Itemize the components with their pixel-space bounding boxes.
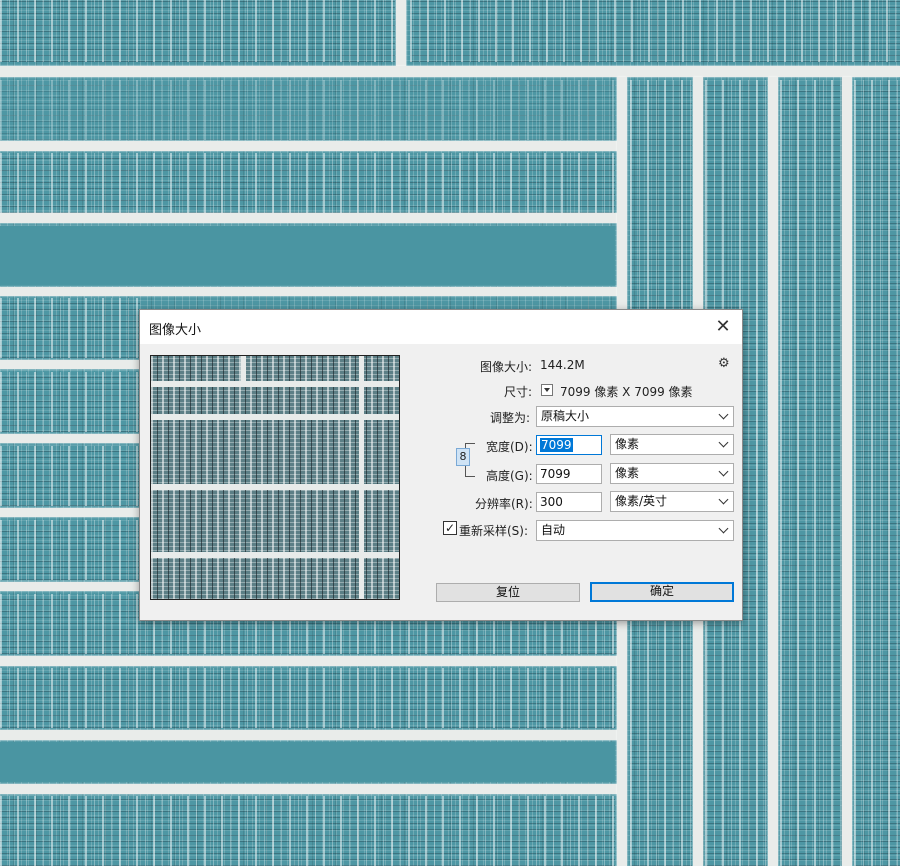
chevron-down-icon	[718, 466, 729, 477]
width-value: 7099	[540, 438, 573, 452]
dimensions-value: 7099 像素 X 7099 像素	[560, 385, 693, 399]
resample-label: 重新采样(S):	[459, 524, 529, 538]
fit-to-select[interactable]: 原稿大小	[536, 406, 734, 427]
height-unit-value: 像素	[615, 466, 640, 480]
resolution-unit-select[interactable]: 像素/英寸	[610, 491, 734, 512]
resample-value: 自动	[541, 523, 566, 537]
image-size-value: 144.2M	[540, 358, 585, 372]
width-label: 宽度(D):	[486, 440, 533, 454]
height-label: 高度(G):	[486, 469, 533, 483]
close-icon[interactable]: ✕	[712, 316, 734, 338]
ok-button[interactable]: 确定	[590, 582, 734, 602]
resolution-value: 300	[540, 495, 563, 509]
fit-to-label: 调整为:	[490, 411, 531, 425]
chevron-down-icon	[718, 494, 729, 505]
dialog-titlebar[interactable]: 图像大小 ✕	[140, 310, 742, 344]
reset-button[interactable]: 复位	[436, 583, 580, 602]
resample-checkbox[interactable]: ✓	[443, 521, 457, 535]
fit-to-value: 原稿大小	[541, 409, 590, 423]
resolution-label: 分辨率(R):	[475, 497, 533, 511]
link-icon[interactable]: 8	[456, 448, 470, 466]
height-unit-select[interactable]: 像素	[610, 463, 734, 484]
image-preview[interactable]	[150, 355, 400, 600]
width-input[interactable]: 7099	[536, 435, 602, 455]
resolution-input[interactable]: 300	[536, 492, 602, 512]
gear-icon[interactable]: ⚙	[718, 356, 730, 371]
width-unit-select[interactable]: 像素	[610, 434, 734, 455]
image-size-label: 图像大小:	[480, 360, 533, 374]
chevron-down-icon	[718, 523, 729, 534]
dimensions-unit-dropdown[interactable]	[541, 384, 553, 396]
width-unit-value: 像素	[615, 437, 640, 451]
resample-select[interactable]: 自动	[536, 520, 734, 541]
dimensions-label: 尺寸:	[504, 385, 533, 399]
chevron-down-icon	[718, 409, 729, 420]
height-value: 7099	[540, 467, 571, 481]
link-bracket-bottom	[465, 466, 475, 477]
chevron-down-icon	[718, 437, 729, 448]
image-size-dialog: 图像大小 ✕ 图像大小: 144.2M ⚙ 尺寸: 7099 像素 X 7099…	[139, 309, 743, 621]
resolution-unit-value: 像素/英寸	[615, 494, 668, 508]
dialog-title: 图像大小	[149, 323, 202, 338]
height-input[interactable]: 7099	[536, 464, 602, 484]
